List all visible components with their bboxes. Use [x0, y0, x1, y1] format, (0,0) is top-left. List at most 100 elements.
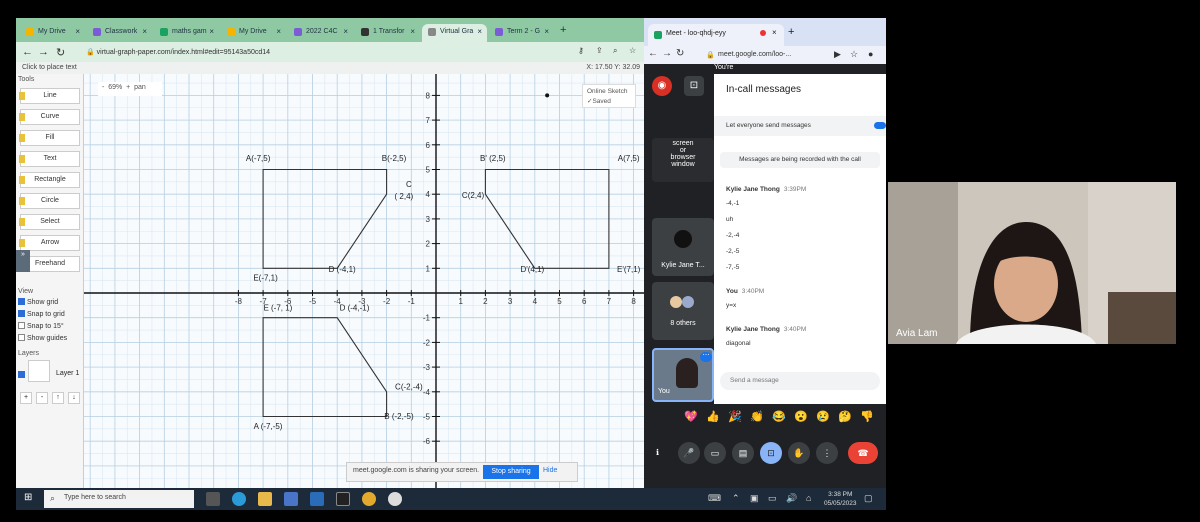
- zoom-out-button[interactable]: -: [102, 84, 104, 91]
- view-option[interactable]: Show grid: [18, 298, 58, 306]
- new-tab-button[interactable]: +: [560, 24, 566, 36]
- tool-arrow-button[interactable]: Arrow: [19, 235, 80, 251]
- browser-tab[interactable]: Classwork ×: [87, 24, 152, 42]
- chevron-up-icon[interactable]: ⌃: [732, 493, 740, 504]
- zoom-icon[interactable]: ⌕: [613, 46, 617, 56]
- app-icon[interactable]: [388, 492, 402, 506]
- mail-icon[interactable]: [310, 492, 324, 506]
- close-tab-icon[interactable]: ×: [75, 27, 80, 36]
- stop-sharing-button[interactable]: Stop sharing: [483, 465, 539, 479]
- clock[interactable]: 3:38 PM 05/05/2023: [824, 490, 857, 508]
- zoom-in-button[interactable]: +: [126, 84, 130, 91]
- keyboard-icon[interactable]: ⌨: [708, 493, 721, 504]
- layer-action-button[interactable]: ↓: [68, 392, 80, 404]
- pan-button[interactable]: pan: [134, 84, 146, 91]
- present-icon[interactable]: ⊡: [684, 76, 704, 96]
- close-tab-icon[interactable]: ×: [343, 27, 348, 36]
- leave-call-icon[interactable]: ☎: [848, 442, 878, 464]
- browser-tab[interactable]: 2022 C4C ×: [288, 24, 353, 42]
- profile-icon[interactable]: ●: [868, 49, 873, 59]
- close-tab-icon[interactable]: ×: [209, 27, 214, 36]
- reload-icon[interactable]: ↻: [676, 48, 684, 59]
- close-tab-icon[interactable]: ×: [477, 27, 482, 36]
- present-screen-icon[interactable]: ⊡: [760, 442, 782, 464]
- reaction-emoji-button[interactable]: 🤔: [838, 410, 852, 423]
- share-icon[interactable]: ⇪: [596, 46, 603, 55]
- tile-presenting-screen[interactable]: screen or browser window: [652, 138, 714, 182]
- browser-tab[interactable]: Term 2 - G ×: [489, 24, 554, 42]
- tile-others[interactable]: 8 others: [652, 282, 714, 340]
- reaction-emoji-button[interactable]: 👏: [750, 410, 764, 423]
- layer-action-button[interactable]: +: [20, 392, 32, 404]
- view-option-checkbox[interactable]: [18, 298, 25, 305]
- message-input[interactable]: Send a message: [720, 372, 880, 390]
- captions-icon[interactable]: ▤: [732, 442, 754, 464]
- view-option[interactable]: Show guides: [18, 334, 67, 342]
- tool-fill-button[interactable]: Fill: [19, 130, 80, 146]
- allow-messages-toggle[interactable]: [874, 122, 886, 129]
- record-icon[interactable]: ◉: [652, 76, 672, 96]
- close-tab-icon[interactable]: ×: [410, 27, 415, 36]
- browser-tab[interactable]: Virtual Gra ×: [422, 24, 487, 42]
- back-arrow-icon[interactable]: ←: [22, 46, 33, 58]
- view-option[interactable]: Snap to grid: [18, 310, 65, 318]
- file-explorer-icon[interactable]: [258, 492, 272, 506]
- reaction-emoji-button[interactable]: 😮: [794, 410, 808, 423]
- meeting-details-icon[interactable]: ℹ: [656, 448, 659, 457]
- hide-link[interactable]: Hide: [543, 467, 557, 474]
- terminal-icon[interactable]: [336, 492, 350, 506]
- meet-url[interactable]: meet.google.com/loo-...: [718, 51, 791, 58]
- layer-visible-checkbox[interactable]: [18, 370, 27, 379]
- reaction-emoji-button[interactable]: 👍: [706, 410, 720, 423]
- layer-action-button[interactable]: ↑: [52, 392, 64, 404]
- close-tab-icon[interactable]: ×: [276, 27, 281, 36]
- browser-tab[interactable]: 1 Transfor ×: [355, 24, 420, 42]
- store-icon[interactable]: [284, 492, 298, 506]
- zoom-control[interactable]: - 69% + pan: [98, 82, 162, 96]
- graph-canvas[interactable]: -8 -7 -6 -5 -4 -3 -2 -1 1 2 3 4 5 6 7 8 8 7 6 5 4 3 2 1 -1 -2 -3 -4…: [84, 74, 644, 488]
- tool-curve-button[interactable]: Curve: [19, 109, 80, 125]
- raise-hand-icon[interactable]: ✋: [788, 442, 810, 464]
- close-tab-icon[interactable]: ×: [142, 27, 147, 36]
- reaction-emoji-button[interactable]: 😂: [772, 410, 786, 423]
- close-tab-icon[interactable]: ×: [544, 27, 549, 36]
- mic-icon[interactable]: 🎤: [678, 442, 700, 464]
- windows-start-icon[interactable]: ⊞: [24, 492, 32, 503]
- reload-icon[interactable]: ↻: [56, 46, 65, 59]
- reaction-emoji-button[interactable]: 😢: [816, 410, 830, 423]
- task-view-icon[interactable]: [206, 492, 220, 506]
- meet-tab[interactable]: Meet - loo-qhdj-eyy ×: [648, 24, 784, 46]
- key-icon[interactable]: ⚷: [578, 46, 584, 55]
- url-field[interactable]: 🔒 virtual-graph-paper.com/index.html#edi…: [78, 45, 558, 59]
- graph-svg[interactable]: -8 -7 -6 -5 -4 -3 -2 -1 1 2 3 4 5 6 7 887654321-1-2-3-4…: [84, 74, 644, 488]
- bookmark-icon[interactable]: ☆: [850, 49, 858, 60]
- forward-arrow-icon[interactable]: →: [662, 48, 672, 59]
- layer-action-button[interactable]: -: [36, 392, 48, 404]
- tool-line-button[interactable]: Line: [19, 88, 80, 104]
- tool-circle-button[interactable]: Circle: [19, 193, 80, 209]
- more-options-icon[interactable]: ⋯: [700, 352, 712, 362]
- view-option[interactable]: Snap to 15°: [18, 322, 64, 330]
- edge-icon[interactable]: [232, 492, 246, 506]
- browser-tab[interactable]: My Drive ×: [20, 24, 85, 42]
- new-tab-icon[interactable]: +: [788, 26, 794, 38]
- reaction-emoji-button[interactable]: 💖: [684, 410, 698, 423]
- browser-tab[interactable]: maths gam ×: [154, 24, 219, 42]
- taskbar-search[interactable]: ⌕ Type here to search: [44, 490, 194, 508]
- camera-icon[interactable]: ▭: [704, 442, 726, 464]
- network-icon[interactable]: ▭: [768, 493, 777, 504]
- more-icon[interactable]: ⋮: [816, 442, 838, 464]
- forward-arrow-icon[interactable]: →: [38, 46, 49, 58]
- reaction-emoji-button[interactable]: 🎉: [728, 410, 742, 423]
- chrome-icon[interactable]: [362, 492, 376, 506]
- browser-tab[interactable]: My Drive ×: [221, 24, 286, 42]
- tool-select-button[interactable]: Select: [19, 214, 80, 230]
- close-tab-icon[interactable]: ×: [772, 28, 777, 37]
- view-option-checkbox[interactable]: [18, 334, 25, 341]
- volume-icon[interactable]: 🔊: [786, 493, 797, 504]
- meet-tray-icon[interactable]: ▣: [750, 493, 759, 504]
- layer-thumbnail[interactable]: [28, 360, 50, 382]
- tool-text-button[interactable]: Text: [19, 151, 80, 167]
- panel-toggle[interactable]: »: [16, 250, 30, 272]
- back-arrow-icon[interactable]: ←: [648, 48, 658, 59]
